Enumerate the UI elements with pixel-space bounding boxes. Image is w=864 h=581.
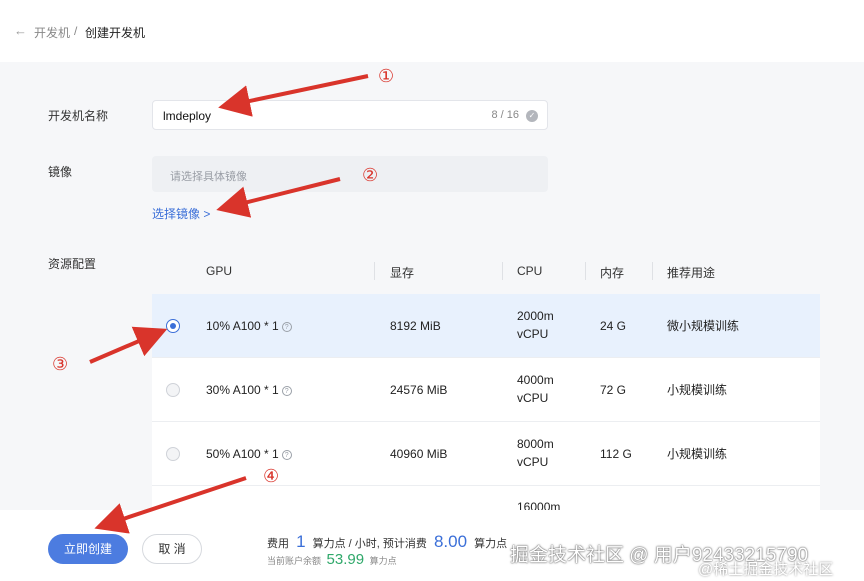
annotation-3: ③ xyxy=(52,354,69,374)
image-select[interactable]: 请选择具体镜像 xyxy=(152,156,548,192)
header-vram: 显存 xyxy=(390,266,415,280)
resource-label: 资源配置 xyxy=(48,257,97,271)
back-arrow-icon[interactable]: ← xyxy=(14,23,27,38)
watermark-secondary: @稀土掘金技术社区 xyxy=(698,561,834,578)
annotation-4: ④ xyxy=(263,466,280,486)
header-cpu: CPU xyxy=(517,264,543,278)
cost-rate-unit: 算力点 / 小时, 预计消费 xyxy=(312,538,427,550)
cost-summary: 费用 1 算力点 / 小时, 预计消费 8.00 算力点 xyxy=(267,532,507,552)
header-divider xyxy=(502,262,503,280)
table-row[interactable]: 16000m xyxy=(152,486,820,514)
vram-cell: 40960 MiB xyxy=(390,447,448,461)
help-icon[interactable]: ? xyxy=(281,321,292,332)
radio-icon[interactable] xyxy=(166,447,180,461)
usage-cell: 微小规模训练 xyxy=(667,319,740,333)
header-gpu: GPU xyxy=(206,264,233,278)
image-label: 镜像 xyxy=(48,165,73,179)
gpu-cell: 50% A100 * 1 xyxy=(206,447,279,461)
machine-name-value: lmdeploy xyxy=(163,109,212,123)
annotation-1: ① xyxy=(378,66,395,86)
cancel-button[interactable]: 取 消 xyxy=(142,534,202,564)
name-label: 开发机名称 xyxy=(48,109,109,123)
top-bar: ← 开发机 / 创建开发机 xyxy=(0,0,864,62)
vram-cell: 8192 MiB xyxy=(390,319,441,333)
create-button[interactable]: 立即创建 xyxy=(48,534,128,564)
header-usage: 推荐用途 xyxy=(667,266,716,280)
cpu-cell: 8000m xyxy=(517,437,554,451)
table-row[interactable]: 10% A100 * 1? 8192 MiB 2000m vCPU 24 G 微… xyxy=(152,294,820,358)
memory-cell: 72 G xyxy=(600,383,627,397)
table-row[interactable]: 30% A100 * 1? 24576 MiB 4000m vCPU 72 G … xyxy=(152,358,820,422)
cpu-unit: vCPU xyxy=(517,455,549,469)
cost-rate: 1 xyxy=(296,532,306,551)
breadcrumb-current: 创建开发机 xyxy=(85,26,146,40)
memory-cell: 24 G xyxy=(600,319,627,333)
header-divider xyxy=(652,262,653,280)
balance-summary: 当前账户余额 53.99 算力点 xyxy=(267,551,397,568)
annotation-2: ② xyxy=(362,165,379,185)
gpu-cell: 30% A100 * 1 xyxy=(206,383,279,397)
char-counter: 8 / 16 xyxy=(491,109,519,121)
radio-icon[interactable] xyxy=(166,383,180,397)
table-header: GPU 显存 CPU 内存 推荐用途 xyxy=(152,250,820,292)
check-circle-icon: ✓ xyxy=(526,110,538,122)
cpu-cell: 4000m xyxy=(517,373,554,387)
cpu-unit: vCPU xyxy=(517,391,549,405)
breadcrumb-separator: / xyxy=(74,24,78,38)
usage-cell: 小规模训练 xyxy=(667,383,728,397)
balance-prefix: 当前账户余额 xyxy=(267,556,322,566)
breadcrumb-parent[interactable]: 开发机 xyxy=(34,24,70,41)
cost-estimate-unit: 算力点 xyxy=(474,538,508,550)
balance-value: 53.99 xyxy=(326,551,365,568)
cost-estimate: 8.00 xyxy=(433,532,468,551)
memory-cell: 112 G xyxy=(600,447,632,461)
choose-image-link[interactable]: 选择镜像 > xyxy=(152,205,210,222)
cpu-unit: vCPU xyxy=(517,327,549,341)
image-placeholder: 请选择具体镜像 xyxy=(170,171,247,183)
header-memory: 内存 xyxy=(600,266,625,280)
table-row[interactable]: 50% A100 * 1? 40960 MiB 8000m vCPU 112 G… xyxy=(152,422,820,486)
radio-icon[interactable] xyxy=(166,319,180,333)
machine-name-input[interactable]: lmdeploy 8 / 16 ✓ xyxy=(152,100,548,130)
cost-prefix: 费用 xyxy=(267,538,289,550)
vram-cell: 24576 MiB xyxy=(390,383,448,397)
gpu-cell: 10% A100 * 1 xyxy=(206,319,279,333)
help-icon[interactable]: ? xyxy=(281,449,292,460)
cpu-cell: 2000m xyxy=(517,309,554,323)
help-icon[interactable]: ? xyxy=(281,385,292,396)
balance-unit: 算力点 xyxy=(369,556,397,566)
usage-cell: 小规模训练 xyxy=(667,447,728,461)
header-divider xyxy=(585,262,586,280)
header-divider xyxy=(374,262,375,280)
